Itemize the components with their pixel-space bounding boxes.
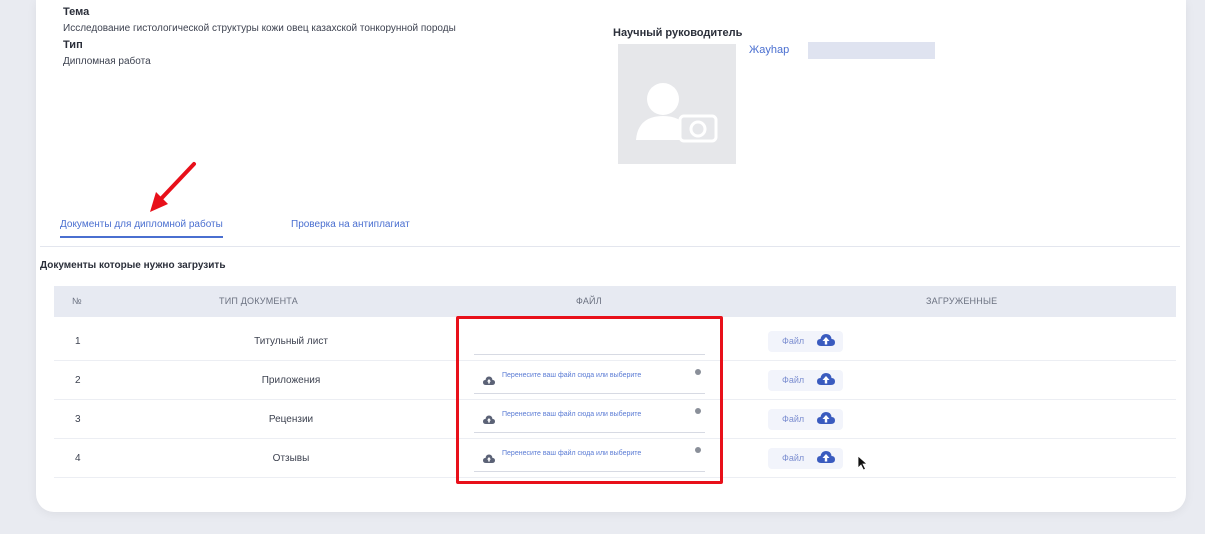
header-num: № bbox=[72, 296, 82, 306]
user-camera-icon bbox=[636, 83, 718, 143]
header-file: ФАЙЛ bbox=[576, 296, 602, 306]
file-button-label: Файл bbox=[782, 375, 805, 385]
file-button-label: Файл bbox=[782, 336, 805, 346]
tabs-divider bbox=[40, 246, 1180, 247]
supervisor-label: Научный руководитель bbox=[613, 27, 743, 39]
header-uploaded: ЗАГРУЖЕННЫЕ bbox=[926, 296, 998, 306]
row-doc-type: Рецензии bbox=[268, 414, 314, 425]
type-label: Тип bbox=[63, 39, 83, 51]
file-upload-button[interactable]: Файл bbox=[768, 409, 843, 430]
row-doc-type: Титульный лист bbox=[254, 336, 328, 347]
topic-label: Тема bbox=[63, 6, 90, 18]
topic-value: Исследование гистологической структуры к… bbox=[63, 23, 456, 34]
cloud-upload-icon bbox=[817, 412, 835, 424]
supervisor-avatar bbox=[618, 44, 736, 164]
file-button-label: Файл bbox=[782, 414, 805, 424]
table-header: № ТИП ДОКУМЕНТА ФАЙЛ ЗАГРУЖЕННЫЕ bbox=[54, 286, 1176, 317]
tab-thesis-documents[interactable]: Документы для дипломной работы bbox=[60, 219, 223, 238]
row-number: 2 bbox=[75, 375, 81, 386]
cloud-upload-icon bbox=[817, 334, 835, 346]
annotation-arrow-icon bbox=[150, 162, 196, 212]
row-doc-type: Отзывы bbox=[272, 453, 310, 464]
row-number: 4 bbox=[75, 453, 81, 464]
redacted-name-block bbox=[808, 42, 935, 59]
section-title: Документы которые нужно загрузить bbox=[40, 260, 226, 271]
row-doc-type: Приложения bbox=[261, 375, 321, 386]
file-upload-button[interactable]: Файл bbox=[768, 448, 843, 469]
file-upload-button[interactable]: Файл bbox=[768, 370, 843, 391]
mouse-cursor-icon bbox=[857, 455, 868, 471]
tab-antiplagiarism[interactable]: Проверка на антиплагиат bbox=[291, 219, 410, 230]
file-upload-button[interactable]: Файл bbox=[768, 331, 843, 352]
cloud-upload-icon bbox=[817, 451, 835, 463]
highlight-box bbox=[456, 316, 723, 484]
supervisor-name[interactable]: Жаyhар bbox=[749, 44, 789, 56]
type-value: Дипломная работа bbox=[63, 56, 151, 67]
row-number: 3 bbox=[75, 414, 81, 425]
header-doc-type: ТИП ДОКУМЕНТА bbox=[219, 296, 298, 306]
file-button-label: Файл bbox=[782, 453, 805, 463]
row-number: 1 bbox=[75, 336, 81, 347]
cloud-upload-icon bbox=[817, 373, 835, 385]
